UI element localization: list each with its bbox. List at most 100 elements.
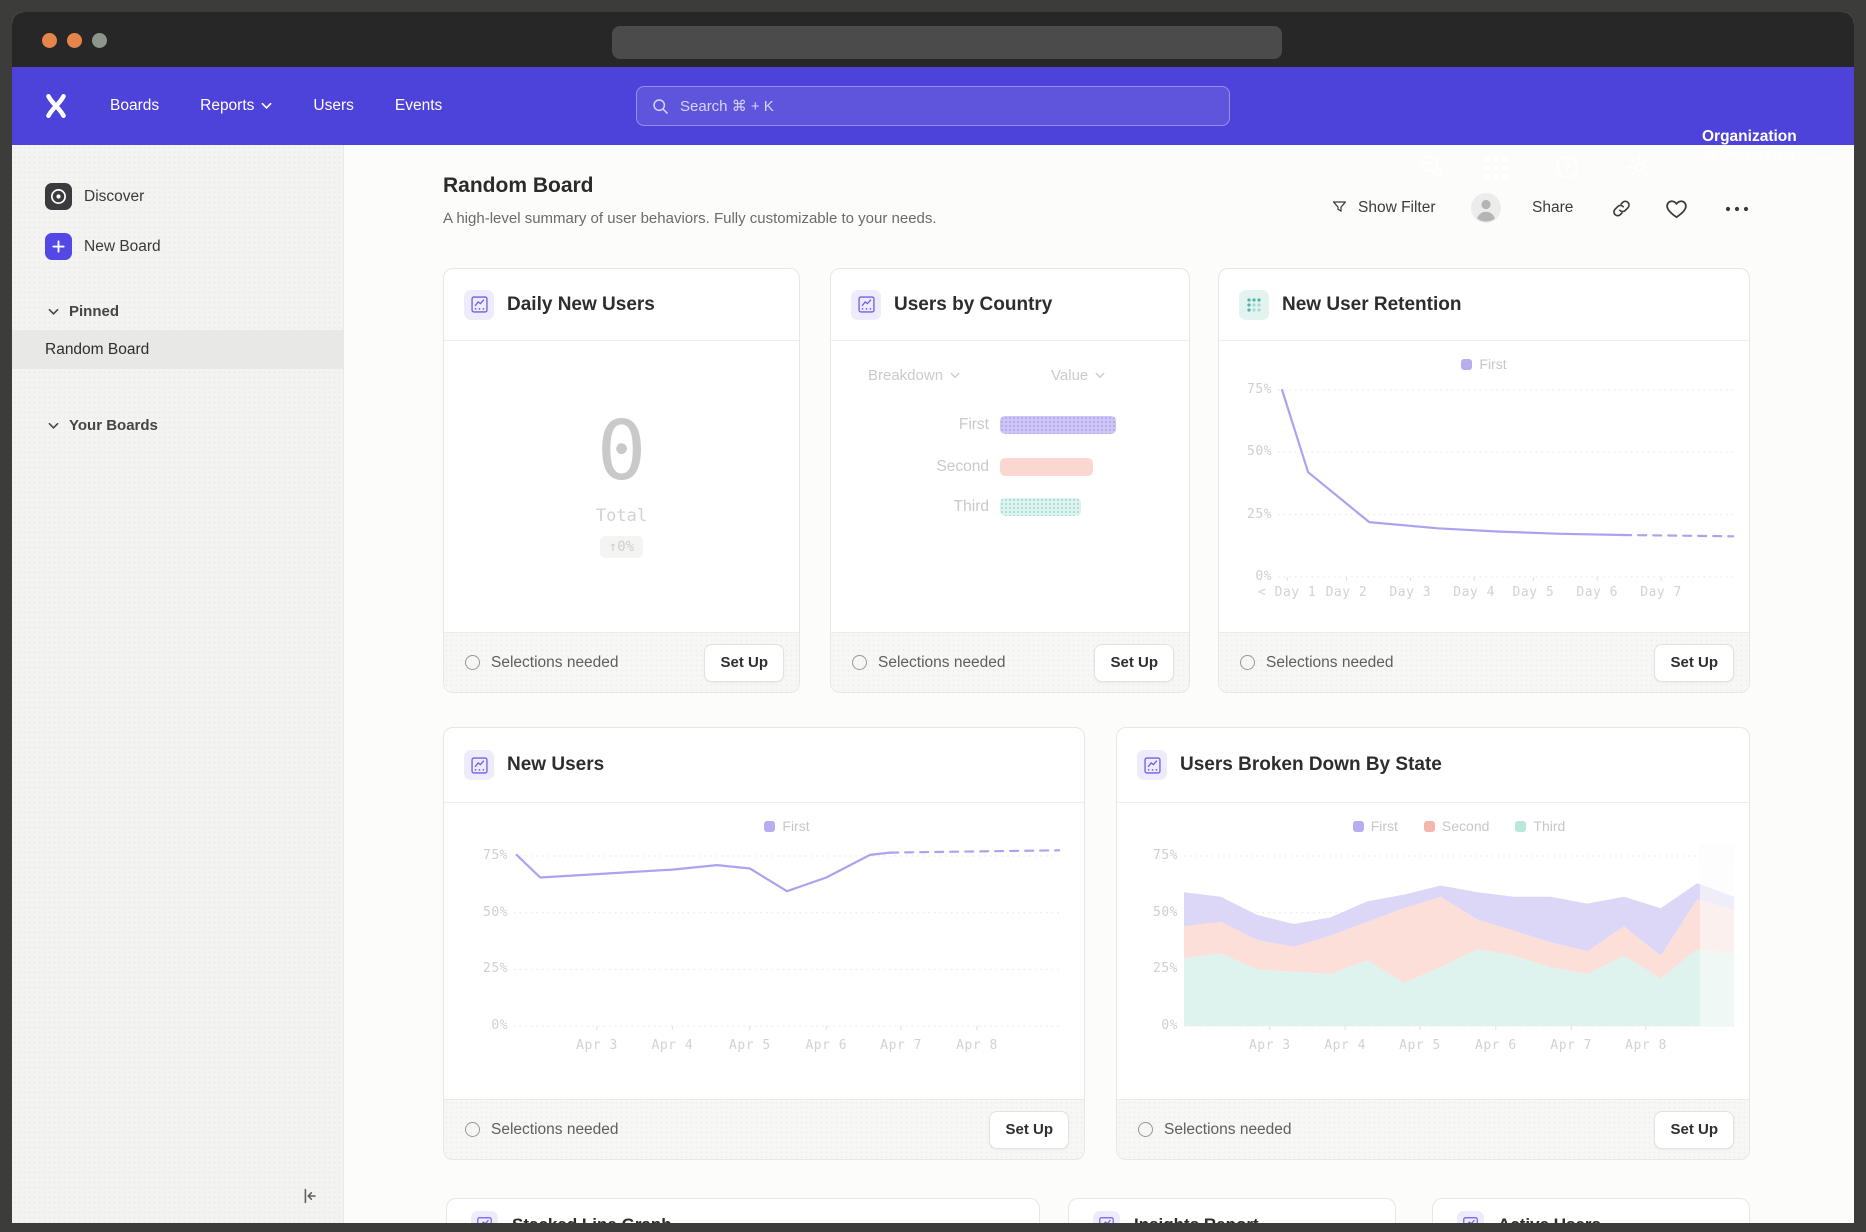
setup-button[interactable]: Set Up xyxy=(989,1111,1069,1149)
card-title: New Users xyxy=(507,754,604,776)
nav-item-reports[interactable]: Reports xyxy=(200,97,272,115)
x-axis-label: Apr 3 xyxy=(1249,1038,1291,1053)
sidebar-item-random-board[interactable]: Random Board xyxy=(12,330,343,369)
x-axis-label: Apr 6 xyxy=(1475,1038,1517,1053)
legend-label: First xyxy=(782,818,809,834)
sidebar: Discover New Board Pinned Random Board Y… xyxy=(12,145,344,1223)
setup-button[interactable]: Set Up xyxy=(1654,644,1734,682)
traffic-light-close-icon[interactable] xyxy=(42,33,57,48)
sidebar-item-label: New Board xyxy=(84,238,161,256)
status-circle-icon xyxy=(465,655,480,670)
traffic-light-minimize-icon[interactable] xyxy=(67,33,82,48)
chart-canvas xyxy=(1278,378,1734,582)
line-series-forecast xyxy=(890,850,1060,852)
apps-grid-icon[interactable] xyxy=(1482,154,1510,182)
card-stacked-line-graph: Stacked Line Graph xyxy=(446,1198,1040,1223)
avatar[interactable] xyxy=(1471,193,1501,223)
line-series-forecast xyxy=(1623,535,1734,536)
gear-icon[interactable] xyxy=(1625,153,1653,181)
compass-icon xyxy=(45,183,72,210)
card-footer: Selections needed Set Up xyxy=(831,632,1189,692)
x-axis-label: Day 6 xyxy=(1576,585,1618,600)
y-axis-label: 25% xyxy=(464,961,508,976)
y-axis-label: 0% xyxy=(1134,1018,1178,1033)
section-label: Your Boards xyxy=(69,417,158,434)
data-settings-icon[interactable] xyxy=(1418,153,1446,181)
traffic-light-maximize-icon[interactable] xyxy=(92,33,107,48)
chevron-down-icon xyxy=(1095,372,1105,379)
line-chart-icon xyxy=(1137,750,1167,780)
x-axis-label: Apr 5 xyxy=(729,1038,771,1053)
y-axis-label: 75% xyxy=(1228,382,1272,397)
legend-item: Third xyxy=(1515,818,1565,834)
y-axis-label: 75% xyxy=(1134,848,1178,863)
chart-canvas xyxy=(514,844,1060,1031)
status-circle-icon xyxy=(852,655,867,670)
status-circle-icon xyxy=(1138,1122,1153,1137)
x-axis-label: Day 3 xyxy=(1389,585,1431,600)
dropdown-label: Value xyxy=(1051,367,1088,384)
metric-label: Total xyxy=(443,506,800,526)
value-dropdown[interactable]: Value xyxy=(1051,367,1105,384)
setup-button[interactable]: Set Up xyxy=(1654,1111,1734,1149)
bar xyxy=(1000,416,1116,434)
setup-button[interactable]: Set Up xyxy=(704,644,784,682)
search-icon xyxy=(651,97,670,116)
chevron-down-icon xyxy=(48,422,59,430)
x-axis-label: Apr 7 xyxy=(880,1038,922,1053)
more-options-icon[interactable] xyxy=(1724,204,1750,214)
chevron-down-icon xyxy=(48,308,59,316)
status-text: Selections needed xyxy=(878,654,1006,672)
metric-delta-badge: ↑0% xyxy=(600,536,643,558)
svg-text:?: ? xyxy=(1563,160,1571,175)
help-icon[interactable]: ? xyxy=(1553,153,1581,181)
share-label: Share xyxy=(1532,199,1573,217)
bar xyxy=(1000,498,1081,516)
card-title: Users by Country xyxy=(894,294,1052,316)
chevron-down-icon xyxy=(1818,153,1830,165)
x-axis-label: Apr 8 xyxy=(1625,1038,1667,1053)
copy-link-icon[interactable] xyxy=(1610,197,1633,220)
legend-item: Second xyxy=(1424,818,1489,834)
x-axis-label: Apr 4 xyxy=(652,1038,694,1053)
section-label: Pinned xyxy=(69,303,119,320)
nav-item-users[interactable]: Users xyxy=(313,97,353,115)
nav-item-events[interactable]: Events xyxy=(395,97,442,115)
country-bar-row: First xyxy=(842,416,1116,434)
status-circle-icon xyxy=(465,1122,480,1137)
legend-item: First xyxy=(1353,818,1398,834)
legend-label: First xyxy=(1371,818,1398,834)
sidebar-item-discover[interactable]: Discover xyxy=(45,183,144,210)
nav-item-boards[interactable]: Boards xyxy=(110,97,159,115)
show-filter-button[interactable]: Show Filter xyxy=(1330,198,1436,217)
sidebar-item-label: Random Board xyxy=(45,341,149,359)
setup-button[interactable]: Set Up xyxy=(1094,644,1174,682)
country-bar-row: Third xyxy=(842,498,1081,516)
status-text: Selections needed xyxy=(1164,1121,1292,1139)
sidebar-collapse-button[interactable] xyxy=(296,1182,324,1210)
card-title: New User Retention xyxy=(1282,294,1461,316)
sidebar-section-pinned[interactable]: Pinned xyxy=(48,303,119,320)
bar-label: First xyxy=(842,416,989,434)
share-button[interactable]: Share xyxy=(1532,199,1573,217)
search-input[interactable]: Search ⌘ + K xyxy=(636,86,1230,126)
sidebar-section-your-boards[interactable]: Your Boards xyxy=(48,417,158,434)
country-bars: FirstSecondThird xyxy=(842,410,1172,540)
breakdown-dropdown[interactable]: Breakdown xyxy=(868,367,960,384)
y-axis-label: 25% xyxy=(1228,507,1272,522)
y-axis-label: 0% xyxy=(464,1018,508,1033)
card-title: Insights Report xyxy=(1134,1215,1259,1224)
address-bar[interactable] xyxy=(612,26,1282,59)
search-placeholder: Search ⌘ + K xyxy=(680,97,774,115)
favorite-heart-icon[interactable] xyxy=(1664,196,1689,221)
card-insights-report: Insights Report xyxy=(1068,1198,1396,1223)
x-axis-label: Day 7 xyxy=(1640,585,1682,600)
x-axis-label: Day 2 xyxy=(1326,585,1368,600)
card-title: Daily New Users xyxy=(507,294,655,316)
org-switcher[interactable]: Organization All Project Data xyxy=(1702,127,1797,163)
x-axis-label: Apr 5 xyxy=(1399,1038,1441,1053)
y-axis-label: 50% xyxy=(1228,444,1272,459)
mixpanel-logo-icon[interactable] xyxy=(42,92,70,120)
sidebar-item-new-board[interactable]: New Board xyxy=(45,233,161,260)
plus-icon xyxy=(45,233,72,260)
